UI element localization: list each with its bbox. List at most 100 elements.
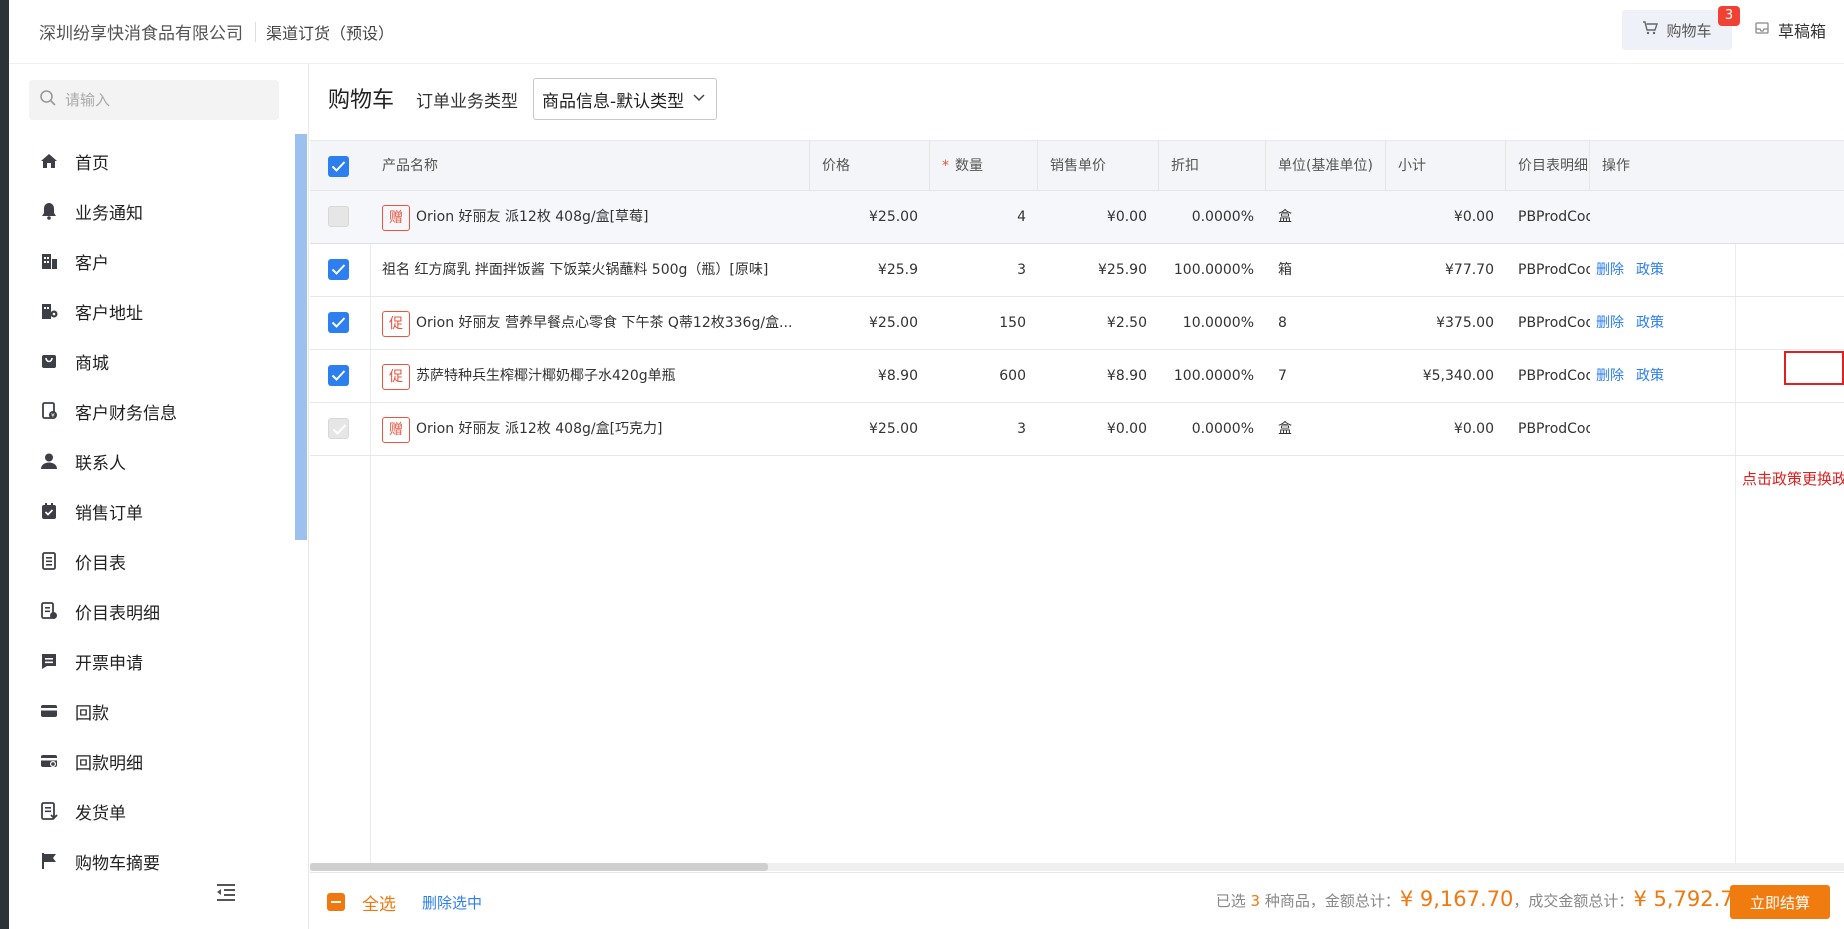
sidebar-item-label: 客户财务信息 — [75, 403, 177, 424]
sidebar-item-sales-order[interactable]: 销售订单 — [9, 486, 299, 536]
column-header-action: 操作 — [1602, 158, 1630, 174]
policy-link[interactable]: 政策 — [1636, 350, 1686, 403]
pricelist-cell: PBProdCode2 — [1518, 368, 1590, 384]
unit-cell: 箱 — [1278, 262, 1292, 278]
chevron-down-icon — [692, 89, 706, 109]
sidebar-item-label: 销售订单 — [75, 503, 143, 524]
qty-cell[interactable]: 3 — [930, 244, 1038, 297]
row-checkbox[interactable] — [328, 312, 349, 333]
svg-text:¥: ¥ — [51, 413, 55, 420]
address-icon — [39, 301, 59, 321]
sidebar-item-label: 首页 — [75, 153, 109, 174]
cart-table: 产品名称 价格 * 数量 销售单价 折扣 单位(基准单位) 小计 价目表明细 操作… — [310, 140, 1844, 864]
sidebar-item-notice[interactable]: 业务通知 — [9, 186, 299, 236]
sidebar-item-label: 价目表 — [75, 553, 126, 574]
sidebar-item-customer[interactable]: 客户 — [9, 236, 299, 286]
sidebar-item-mall[interactable]: 商城 — [9, 336, 299, 386]
column-header-discount: 折扣 — [1159, 141, 1266, 191]
pricelist-cell: PBProdCode2 — [1518, 209, 1590, 225]
policy-hint: 点击政策更换政策 — [1742, 470, 1844, 488]
qty-cell[interactable]: 600 — [930, 350, 1038, 403]
column-header-pricelist: 价目表明细 — [1506, 141, 1590, 191]
draft-box-button[interactable]: 草稿箱 — [1754, 18, 1826, 42]
unit-cell: 8 — [1278, 315, 1287, 331]
sidebar-item-pricelist-detail[interactable]: 价目表明细 — [9, 586, 299, 636]
sidebar-item-delivery[interactable]: 发货单 — [9, 786, 299, 836]
sidebar-scrollbar[interactable] — [295, 134, 307, 540]
product-name-cell: 赠 Orion 好丽友 派12枚 408g/盒[草莓] — [370, 191, 810, 244]
sidebar-item-address[interactable]: 客户地址 — [9, 286, 299, 336]
sidebar-item-invoice[interactable]: 开票申请 — [9, 636, 299, 686]
sidebar-item-contact[interactable]: 联系人 — [9, 436, 299, 486]
product-name-cell: 赠 Orion 好丽友 派12枚 408g/盒[巧克力] — [370, 403, 810, 456]
sidebar-item-cart-summary[interactable]: 购物车摘要 — [9, 836, 299, 886]
price-cell: ¥25.00 — [869, 209, 918, 225]
collapse-menu-icon[interactable] — [214, 880, 238, 904]
sidebar-item-finance[interactable]: ¥ 客户财务信息 — [9, 386, 299, 436]
column-header-unit: 单位(基准单位) — [1266, 141, 1386, 191]
row-checkbox[interactable] — [328, 259, 349, 280]
payment-detail-icon — [39, 751, 59, 771]
partial-select-checkbox[interactable] — [327, 893, 345, 911]
delete-link[interactable]: 删除 — [1596, 350, 1636, 403]
sidebar-item-payment-detail[interactable]: 回款明细 — [9, 736, 299, 786]
table-row: 促苏萨特种兵生榨椰汁椰奶椰子水420g单瓶 ¥8.90 600 ¥8.90 10… — [310, 350, 1844, 403]
policy-link[interactable]: 政策 — [1636, 244, 1686, 297]
select-all-checkbox[interactable] — [328, 156, 349, 177]
sidebar-item-label: 业务通知 — [75, 203, 143, 224]
subtotal-cell: ¥0.00 — [1453, 421, 1494, 437]
finance-icon: ¥ — [39, 401, 59, 421]
sidebar-item-payment[interactable]: 回款 — [9, 686, 299, 736]
delete-link[interactable]: 删除 — [1596, 297, 1636, 350]
qty-cell[interactable]: 150 — [930, 297, 1038, 350]
sidebar-search[interactable] — [29, 80, 279, 120]
column-header-name: 产品名称 — [370, 141, 810, 191]
draft-label: 草稿箱 — [1778, 22, 1827, 41]
policy-link[interactable]: 政策 — [1636, 297, 1686, 350]
price-cell: ¥25.00 — [869, 421, 918, 437]
window-edge — [0, 0, 9, 929]
flag-icon — [39, 851, 59, 871]
column-header-price: 价格 — [810, 141, 930, 191]
table-row: 赠 Orion 好丽友 派12枚 408g/盒[巧克力] ¥25.00 3 ¥0.… — [310, 403, 1844, 456]
sidebar-item-pricelist[interactable]: 价目表 — [9, 536, 299, 586]
cart-button[interactable]: 购物车 — [1622, 10, 1732, 50]
qty-cell: 3 — [1017, 421, 1026, 437]
delivery-icon — [39, 801, 59, 821]
main-content: 购物车 订单业务类型 商品信息-默认类型 产品名称 价格 * 数量 销售单价 折扣… — [310, 64, 1844, 929]
product-name-cell: 促苏萨特种兵生榨椰汁椰奶椰子水420g单瓶 — [370, 350, 810, 403]
cart-count-badge: 3 — [1718, 6, 1740, 26]
delete-selected-link[interactable]: 删除选中 — [422, 892, 482, 913]
divider — [255, 21, 256, 42]
unit-price-cell: ¥0.00 — [1106, 421, 1147, 437]
home-icon — [39, 151, 59, 171]
sidebar-item-home[interactable]: 首页 — [9, 136, 299, 186]
sidebar-item-label: 客户地址 — [75, 303, 143, 324]
pricelist-cell: PBProdCode2 — [1518, 315, 1590, 331]
mall-icon — [39, 351, 59, 371]
channel-name: 渠道订货（预设） — [266, 23, 395, 43]
row-checkbox — [328, 206, 349, 227]
checkout-button[interactable]: 立即结算 — [1730, 885, 1830, 919]
horizontal-scroll-thumb[interactable] — [310, 863, 768, 871]
delete-link[interactable]: 删除 — [1596, 244, 1636, 297]
column-header-subtotal: 小计 — [1386, 141, 1506, 191]
payment-icon — [39, 701, 59, 721]
unit-price-cell: ¥0.00 — [1106, 209, 1147, 225]
unit-cell: 盒 — [1278, 209, 1292, 225]
search-input[interactable] — [65, 91, 255, 109]
product-name: 苏萨特种兵生榨椰汁椰奶椰子水420g单瓶 — [416, 368, 676, 384]
pricelist-cell: PBProdCode2 — [1518, 421, 1590, 437]
gift-tag: 赠 — [382, 416, 410, 443]
product-name: Orion 好丽友 派12枚 408g/盒[巧克力] — [416, 421, 663, 437]
unit-cell: 7 — [1278, 368, 1287, 384]
promo-tag: 促 — [382, 310, 410, 337]
sidebar-item-label: 商城 — [75, 353, 109, 374]
table-row: 促 Orion 好丽友 营养早餐点心零食 下午茶 Q蒂12枚336g/盒... ¥… — [310, 297, 1844, 350]
select-all-link[interactable]: 全选 — [362, 890, 396, 915]
pricelist-detail-icon — [39, 601, 59, 621]
discount-cell: 0.0000% — [1191, 421, 1254, 437]
biz-type-select[interactable]: 商品信息-默认类型 — [533, 78, 717, 120]
row-checkbox[interactable] — [328, 365, 349, 386]
subtotal-cell: ¥77.70 — [1445, 262, 1494, 278]
